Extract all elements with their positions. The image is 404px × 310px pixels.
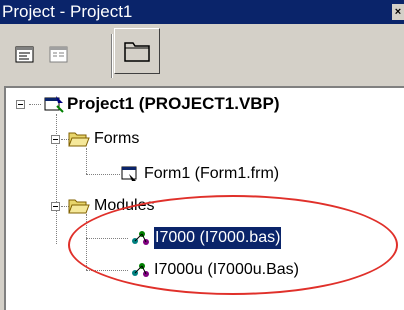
tree-connector: [86, 270, 128, 271]
close-button[interactable]: ×: [392, 4, 404, 20]
tree-node-module-i7000u[interactable]: I7000u (I7000u.Bas): [130, 259, 390, 281]
project-expander[interactable]: [16, 100, 25, 109]
tree-connector: [86, 148, 87, 174]
project-label: Project1 (PROJECT1.VBP): [67, 94, 280, 113]
tree-node-modules[interactable]: Modules: [68, 195, 268, 217]
title-bar[interactable]: Project - Project1 ×: [0, 0, 404, 24]
toggle-folders-button[interactable]: [114, 28, 160, 74]
tree-connector: [29, 104, 41, 105]
module-icon: [132, 231, 149, 245]
tree-node-forms[interactable]: Forms: [68, 128, 268, 150]
window-title: Project - Project1: [2, 2, 133, 21]
tree-connector: [56, 114, 57, 244]
module-i7000u-label: I7000u (I7000u.Bas): [154, 261, 299, 278]
folder-open-icon: [68, 199, 90, 214]
tree-connector: [86, 238, 128, 239]
module-i7000-label: I7000 (I7000.bas): [152, 226, 283, 250]
tree-node-module-i7000[interactable]: I7000 (I7000.bas): [130, 226, 370, 250]
folder-icon: [124, 42, 150, 62]
toolbar: [0, 24, 404, 86]
toolbar-separator: [111, 34, 113, 78]
tree-node-form1[interactable]: Form1 (Form1.frm): [120, 163, 360, 185]
modules-expander[interactable]: [51, 202, 60, 211]
project-tree: Project1 (PROJECT1.VBP) Forms Form1 (For…: [4, 86, 404, 310]
module-icon: [132, 263, 149, 277]
vb-project-icon: [44, 96, 64, 113]
form-view-icon: [49, 46, 68, 63]
view-object-button[interactable]: [48, 44, 70, 66]
forms-label: Forms: [94, 130, 140, 147]
form-icon: [121, 166, 137, 181]
code-view-icon: [15, 46, 34, 63]
folder-open-icon: [68, 132, 90, 147]
view-code-button[interactable]: [14, 44, 36, 66]
tree-connector: [86, 174, 120, 175]
close-icon: ×: [394, 6, 402, 18]
modules-label: Modules: [94, 197, 155, 214]
tree-node-project[interactable]: Project1 (PROJECT1.VBP): [43, 93, 383, 115]
project-explorer-window: Project - Project1 × Project1 (PROJECT1.…: [0, 0, 404, 310]
tree-connector: [86, 214, 87, 270]
forms-expander[interactable]: [51, 135, 60, 144]
form1-label: Form1 (Form1.frm): [144, 165, 280, 182]
